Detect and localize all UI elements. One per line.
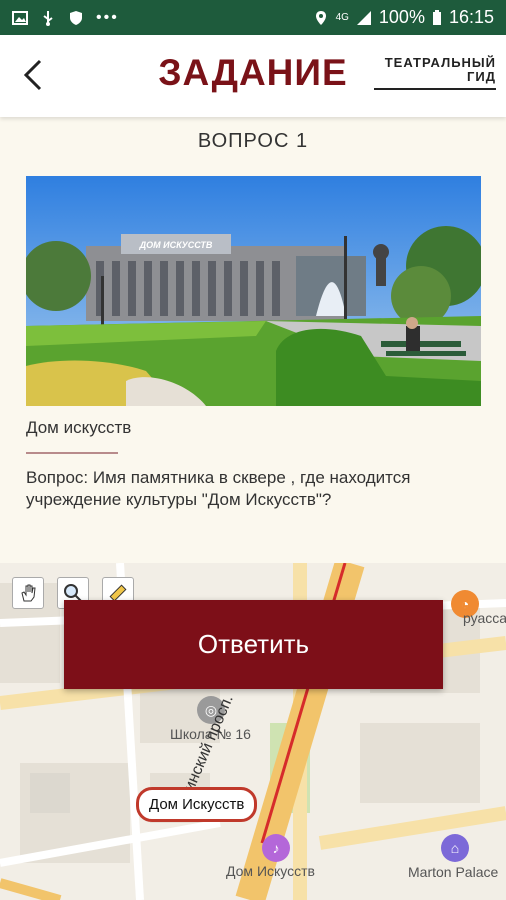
- map-label-hotel: Marton Palace: [408, 864, 499, 880]
- location-icon: [315, 10, 326, 25]
- question-text: Вопрос: Имя памятника в сквере , где нах…: [26, 468, 411, 509]
- music-poi-icon[interactable]: ♪: [262, 834, 290, 862]
- caption-divider: [26, 452, 118, 454]
- status-bar: ••• 4G 100% 16:15: [0, 0, 506, 35]
- battery-percent: 100%: [378, 7, 425, 27]
- photo-caption: Дом искусств: [26, 418, 132, 437]
- theatre-guide-logo: ТЕАТРАЛЬНЫЙ ГИД: [374, 56, 496, 90]
- question-number: ВОПРОС 1: [197, 130, 309, 152]
- question-photo: ДОМ ИСКУССТВ: [26, 176, 481, 406]
- clock: 16:15: [448, 7, 494, 27]
- network-type: 4G: [335, 12, 349, 23]
- image-icon: [12, 10, 28, 25]
- hotel-poi-icon[interactable]: ⌂: [441, 834, 469, 862]
- signal-icon: [356, 10, 371, 25]
- usb-icon: [43, 10, 53, 26]
- app-header: ЗАДАНИЕ ТЕАТРАЛЬНЫЙ ГИД: [0, 35, 506, 117]
- shield-icon: [70, 10, 82, 25]
- answer-button[interactable]: Ответить: [64, 600, 443, 689]
- map-label-croissant: руассан: [463, 610, 506, 626]
- guide-line1: ТЕАТРАЛЬНЫЙ: [384, 55, 496, 70]
- map-callout[interactable]: Дом Искусств: [136, 787, 258, 822]
- map-label-dom-iskusstv: Дом Искусств: [226, 863, 315, 879]
- hand-icon: [21, 584, 36, 602]
- battery-icon: [432, 9, 441, 25]
- guide-line2: ГИД: [467, 69, 496, 84]
- more-icon: •••: [96, 8, 119, 26]
- building-sign: ДОМ ИСКУССТВ: [139, 240, 213, 250]
- hand-tool-button[interactable]: [12, 577, 44, 609]
